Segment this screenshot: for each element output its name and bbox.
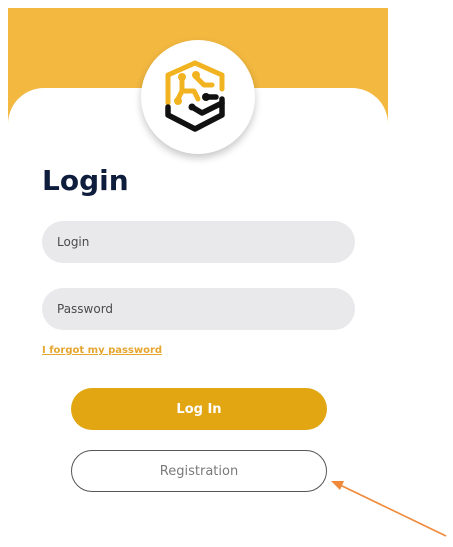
arrow-icon xyxy=(331,481,447,537)
login-page: Login I forgot my password Log In Regist… xyxy=(0,0,453,547)
